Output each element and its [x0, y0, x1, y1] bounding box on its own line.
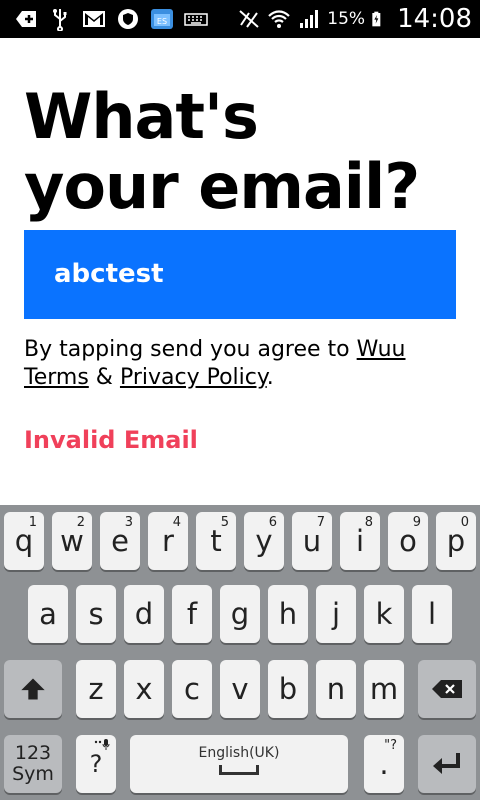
key-d-label: d: [134, 597, 154, 631]
key-s[interactable]: s: [76, 585, 116, 643]
email-input[interactable]: [24, 230, 456, 319]
symbols-key-line2: Sym: [12, 763, 54, 785]
terms-text: By tapping send you agree to Wuu Terms &…: [24, 336, 464, 392]
gmail-icon: [83, 11, 105, 27]
key-i-label: i: [355, 524, 365, 558]
key-z[interactable]: z: [76, 660, 116, 718]
key-j-label: j: [331, 597, 341, 631]
key-h-label: h: [278, 597, 298, 631]
key-o-number: 9: [412, 515, 421, 530]
symbols-key-line1: 123: [14, 742, 52, 764]
terms-prefix: By tapping send you agree to: [24, 337, 350, 362]
soft-keyboard: 1q 2w 3e 4r 5t 6y 7u 8i 9o 0p a s d f g …: [0, 505, 480, 800]
es-file-icon: ES: [151, 9, 173, 29]
question-key-label: ?: [89, 750, 103, 778]
title-line-2: your email?: [24, 150, 420, 223]
key-q[interactable]: 1q: [4, 512, 44, 570]
shift-key[interactable]: [4, 660, 62, 718]
vpn-shield-icon: [118, 9, 138, 29]
backspace-icon: [432, 680, 462, 698]
enter-icon: [433, 753, 460, 774]
key-m[interactable]: m: [364, 660, 404, 718]
space-key[interactable]: English(UK): [130, 735, 348, 793]
key-j[interactable]: j: [316, 585, 356, 643]
key-h[interactable]: h: [268, 585, 308, 643]
status-bar: ES 15% 14:08: [0, 0, 480, 38]
key-v-label: v: [231, 672, 249, 706]
status-bar-left-icons: ES: [14, 7, 208, 31]
battery-percent: 15%: [327, 9, 366, 29]
backspace-key[interactable]: [418, 660, 476, 718]
key-b[interactable]: b: [268, 660, 308, 718]
key-x[interactable]: x: [124, 660, 164, 718]
key-t[interactable]: 5t: [196, 512, 236, 570]
key-i-number: 8: [364, 515, 373, 530]
add-icon: [16, 11, 36, 27]
key-k-label: k: [375, 597, 393, 631]
terms-suffix: .: [266, 365, 274, 390]
key-p[interactable]: 0p: [436, 512, 476, 570]
key-y-number: 6: [268, 515, 277, 530]
key-r[interactable]: 4r: [148, 512, 188, 570]
signal-icon: [300, 10, 319, 28]
key-w[interactable]: 2w: [52, 512, 92, 570]
key-d[interactable]: d: [124, 585, 164, 643]
usb-icon: [53, 9, 67, 31]
key-l[interactable]: l: [412, 585, 452, 643]
key-x-label: x: [135, 672, 153, 706]
clock: 14:08: [397, 4, 472, 34]
key-w-number: 2: [76, 515, 85, 530]
page-title: What's your email?: [24, 38, 456, 222]
key-q-number: 1: [28, 515, 37, 530]
symbols-key[interactable]: 123 Sym: [4, 735, 62, 793]
key-g[interactable]: g: [220, 585, 260, 643]
battery-icon: [372, 11, 381, 27]
key-m-label: m: [369, 672, 399, 706]
key-z-label: z: [88, 672, 104, 706]
keyboard-icon: [184, 13, 208, 26]
enter-key[interactable]: [418, 735, 476, 793]
key-g-label: g: [230, 597, 250, 631]
key-e[interactable]: 3e: [100, 512, 140, 570]
key-l-label: l: [427, 597, 437, 631]
period-key-sup: "?: [384, 738, 397, 753]
key-p-number: 0: [460, 515, 469, 530]
error-message: Invalid Email: [24, 426, 198, 454]
key-n-label: n: [326, 672, 346, 706]
key-c-label: c: [184, 672, 200, 706]
title-line-1: What's: [24, 80, 259, 153]
key-y[interactable]: 6y: [244, 512, 284, 570]
key-k[interactable]: k: [364, 585, 404, 643]
key-u-number: 7: [316, 515, 325, 530]
period-key[interactable]: "? .: [364, 735, 404, 793]
wifi-icon: [268, 10, 291, 28]
key-c[interactable]: c: [172, 660, 212, 718]
key-s-label: s: [88, 597, 104, 631]
key-i[interactable]: 8i: [340, 512, 380, 570]
mute-icon: [239, 10, 259, 28]
key-t-number: 5: [220, 515, 229, 530]
key-b-label: b: [278, 672, 298, 706]
svg-text:ES: ES: [157, 17, 167, 26]
key-f-label: f: [186, 597, 198, 631]
key-o[interactable]: 9o: [388, 512, 428, 570]
shift-icon: [21, 678, 45, 700]
key-a[interactable]: a: [28, 585, 68, 643]
key-v[interactable]: v: [220, 660, 260, 718]
mic-settings-icon: [94, 739, 110, 750]
space-icon: [219, 765, 259, 775]
key-u[interactable]: 7u: [292, 512, 332, 570]
space-key-language: English(UK): [198, 745, 280, 761]
key-f[interactable]: f: [172, 585, 212, 643]
question-key[interactable]: ?: [76, 735, 116, 793]
terms-ampersand: &: [95, 365, 113, 390]
key-n[interactable]: n: [316, 660, 356, 718]
status-bar-right-icons: 15% 14:08: [237, 4, 472, 34]
key-e-number: 3: [124, 515, 133, 530]
key-a-label: a: [39, 597, 57, 631]
privacy-policy-link[interactable]: Privacy Policy: [120, 365, 267, 390]
email-form: What's your email? By tapping send you a…: [24, 38, 456, 454]
key-r-number: 4: [172, 515, 181, 530]
